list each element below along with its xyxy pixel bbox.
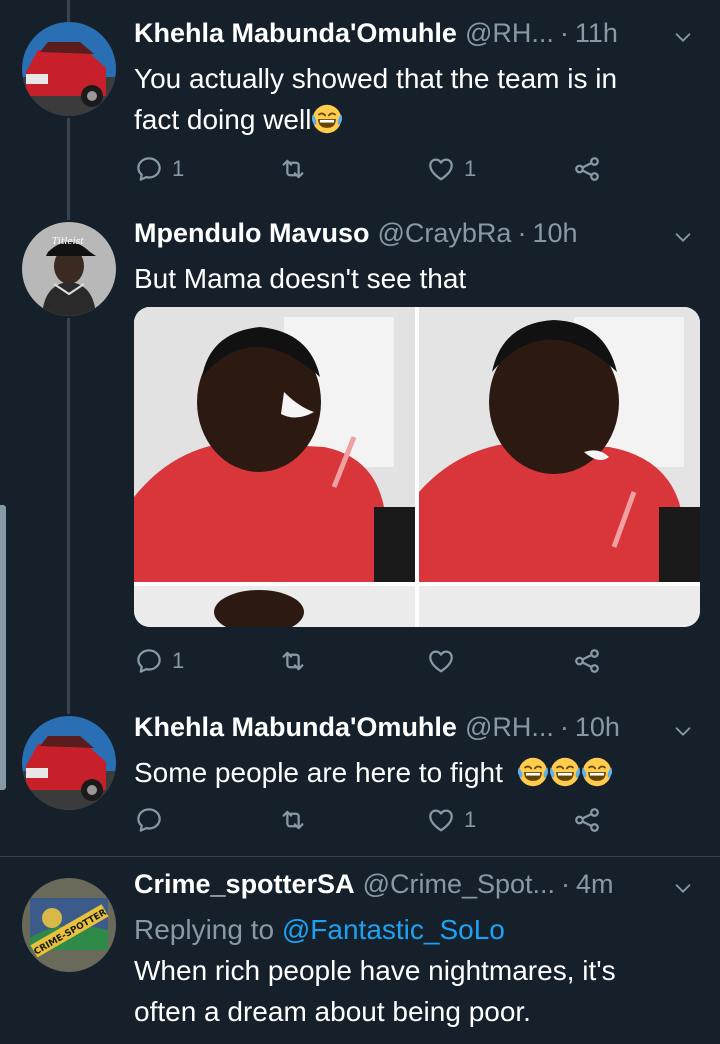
reply-icon (134, 154, 164, 184)
user-handle[interactable]: @Crime_Spot... (363, 869, 555, 900)
tweet-header: Khehla Mabunda'Omuhle @RH... · 10h (134, 712, 706, 752)
face-with-tears-of-joy-icon (549, 756, 581, 788)
tweet-text: You actually showed that the team is in … (134, 58, 706, 140)
face-with-tears-of-joy-icon (581, 756, 613, 788)
text-line: fact doing well (134, 104, 312, 135)
avatar[interactable]: CRIME-SPOTTER (22, 878, 116, 972)
text-line: Some people are here to fight (134, 757, 503, 788)
like-button[interactable] (426, 646, 464, 676)
separator-dot: · (517, 218, 527, 248)
cap-logo-text: Titleist (52, 237, 84, 247)
chevron-down-icon[interactable] (672, 720, 694, 742)
like-icon (426, 805, 456, 835)
tweet-header: Crime_spotterSA @Crime_Spot... · 4m (134, 869, 706, 909)
chevron-down-icon[interactable] (672, 226, 694, 248)
timestamp[interactable]: 11h (575, 18, 618, 49)
text-line: When rich people have nightmares, it's (134, 955, 616, 986)
avatar[interactable]: Titleist (22, 222, 116, 316)
reply-button[interactable] (134, 805, 172, 835)
display-name[interactable]: Crime_spotterSA (134, 869, 355, 900)
reply-icon (134, 805, 164, 835)
tweet-header: Khehla Mabunda'Omuhle @RH... · 11h (134, 18, 706, 58)
reply-count: 1 (172, 648, 185, 673)
display-name[interactable]: Mpendulo Mavuso (134, 218, 370, 249)
timestamp[interactable]: 10h (575, 712, 620, 743)
tweet[interactable]: Khehla Mabunda'Omuhle @RH... · 10h Some … (0, 700, 720, 855)
like-button[interactable]: 1 (426, 805, 476, 835)
retweet-icon (278, 805, 308, 835)
avatar[interactable] (22, 22, 116, 116)
share-icon (572, 646, 602, 676)
avatar[interactable] (22, 716, 116, 810)
like-count: 1 (464, 156, 477, 181)
reply-count: 1 (172, 156, 185, 181)
tweet-media[interactable] (134, 307, 700, 627)
share-button[interactable] (572, 154, 602, 184)
retweet-button[interactable] (278, 154, 316, 184)
separator-dot: · (561, 869, 571, 899)
separator-dot: · (559, 712, 569, 742)
chevron-down-icon[interactable] (672, 26, 694, 48)
retweet-icon (278, 646, 308, 676)
share-icon (572, 805, 602, 835)
like-icon (426, 154, 456, 184)
crime-spotter-logo-avatar: CRIME-SPOTTER (22, 878, 116, 972)
text-line: You actually showed that the team is in (134, 63, 618, 94)
replying-to-label: Replying to (134, 914, 275, 945)
tweet-text: When rich people have nightmares, it's o… (134, 950, 706, 1032)
display-name[interactable]: Khehla Mabunda'Omuhle (134, 18, 457, 49)
replying-to: Replying to @Fantastic_SoLo (134, 909, 706, 950)
like-count: 1 (464, 807, 477, 832)
share-button[interactable] (572, 646, 602, 676)
like-button[interactable]: 1 (426, 154, 476, 184)
reply-button[interactable]: 1 (134, 646, 184, 676)
display-name[interactable]: Khehla Mabunda'Omuhle (134, 712, 457, 743)
retweet-button[interactable] (278, 805, 316, 835)
reply-icon (134, 646, 164, 676)
tweet[interactable]: Khehla Mabunda'Omuhle @RH... · 11h You a… (0, 0, 720, 200)
text-line: often a dream about being poor. (134, 996, 531, 1027)
replying-to-handle-link[interactable]: @Fantastic_SoLo (282, 914, 505, 945)
red-car-avatar (22, 716, 116, 810)
user-handle[interactable]: @RH... (465, 712, 554, 743)
retweet-icon (278, 154, 308, 184)
chevron-down-icon[interactable] (672, 877, 694, 899)
face-with-tears-of-joy-icon (517, 756, 549, 788)
tweet[interactable]: Titleist Mpendulo Mavuso @CraybRa · 10h … (0, 205, 720, 695)
man-in-cap-avatar: Titleist (22, 222, 116, 316)
tweet-header: Mpendulo Mavuso @CraybRa · 10h (134, 218, 706, 258)
share-icon (572, 154, 602, 184)
share-button[interactable] (572, 805, 602, 835)
separator-dot: · (559, 18, 569, 48)
red-car-avatar (22, 22, 116, 116)
timestamp[interactable]: 10h (532, 218, 577, 249)
reply-button[interactable]: 1 (134, 154, 184, 184)
tweet-text: Some people are here to fight (134, 752, 706, 793)
user-handle[interactable]: @CraybRa (378, 218, 512, 249)
timestamp[interactable]: 4m (576, 869, 614, 900)
tweet[interactable]: CRIME-SPOTTER Crime_spotterSA @Crime_Spo… (0, 857, 720, 1044)
retweet-button[interactable] (278, 646, 316, 676)
user-handle[interactable]: @RH... (465, 18, 554, 49)
tweet-text: But Mama doesn't see that (134, 263, 467, 294)
face-with-tears-of-joy-icon (311, 103, 343, 135)
boy-laughing-crying-meme-image (134, 307, 700, 627)
like-icon (426, 646, 456, 676)
